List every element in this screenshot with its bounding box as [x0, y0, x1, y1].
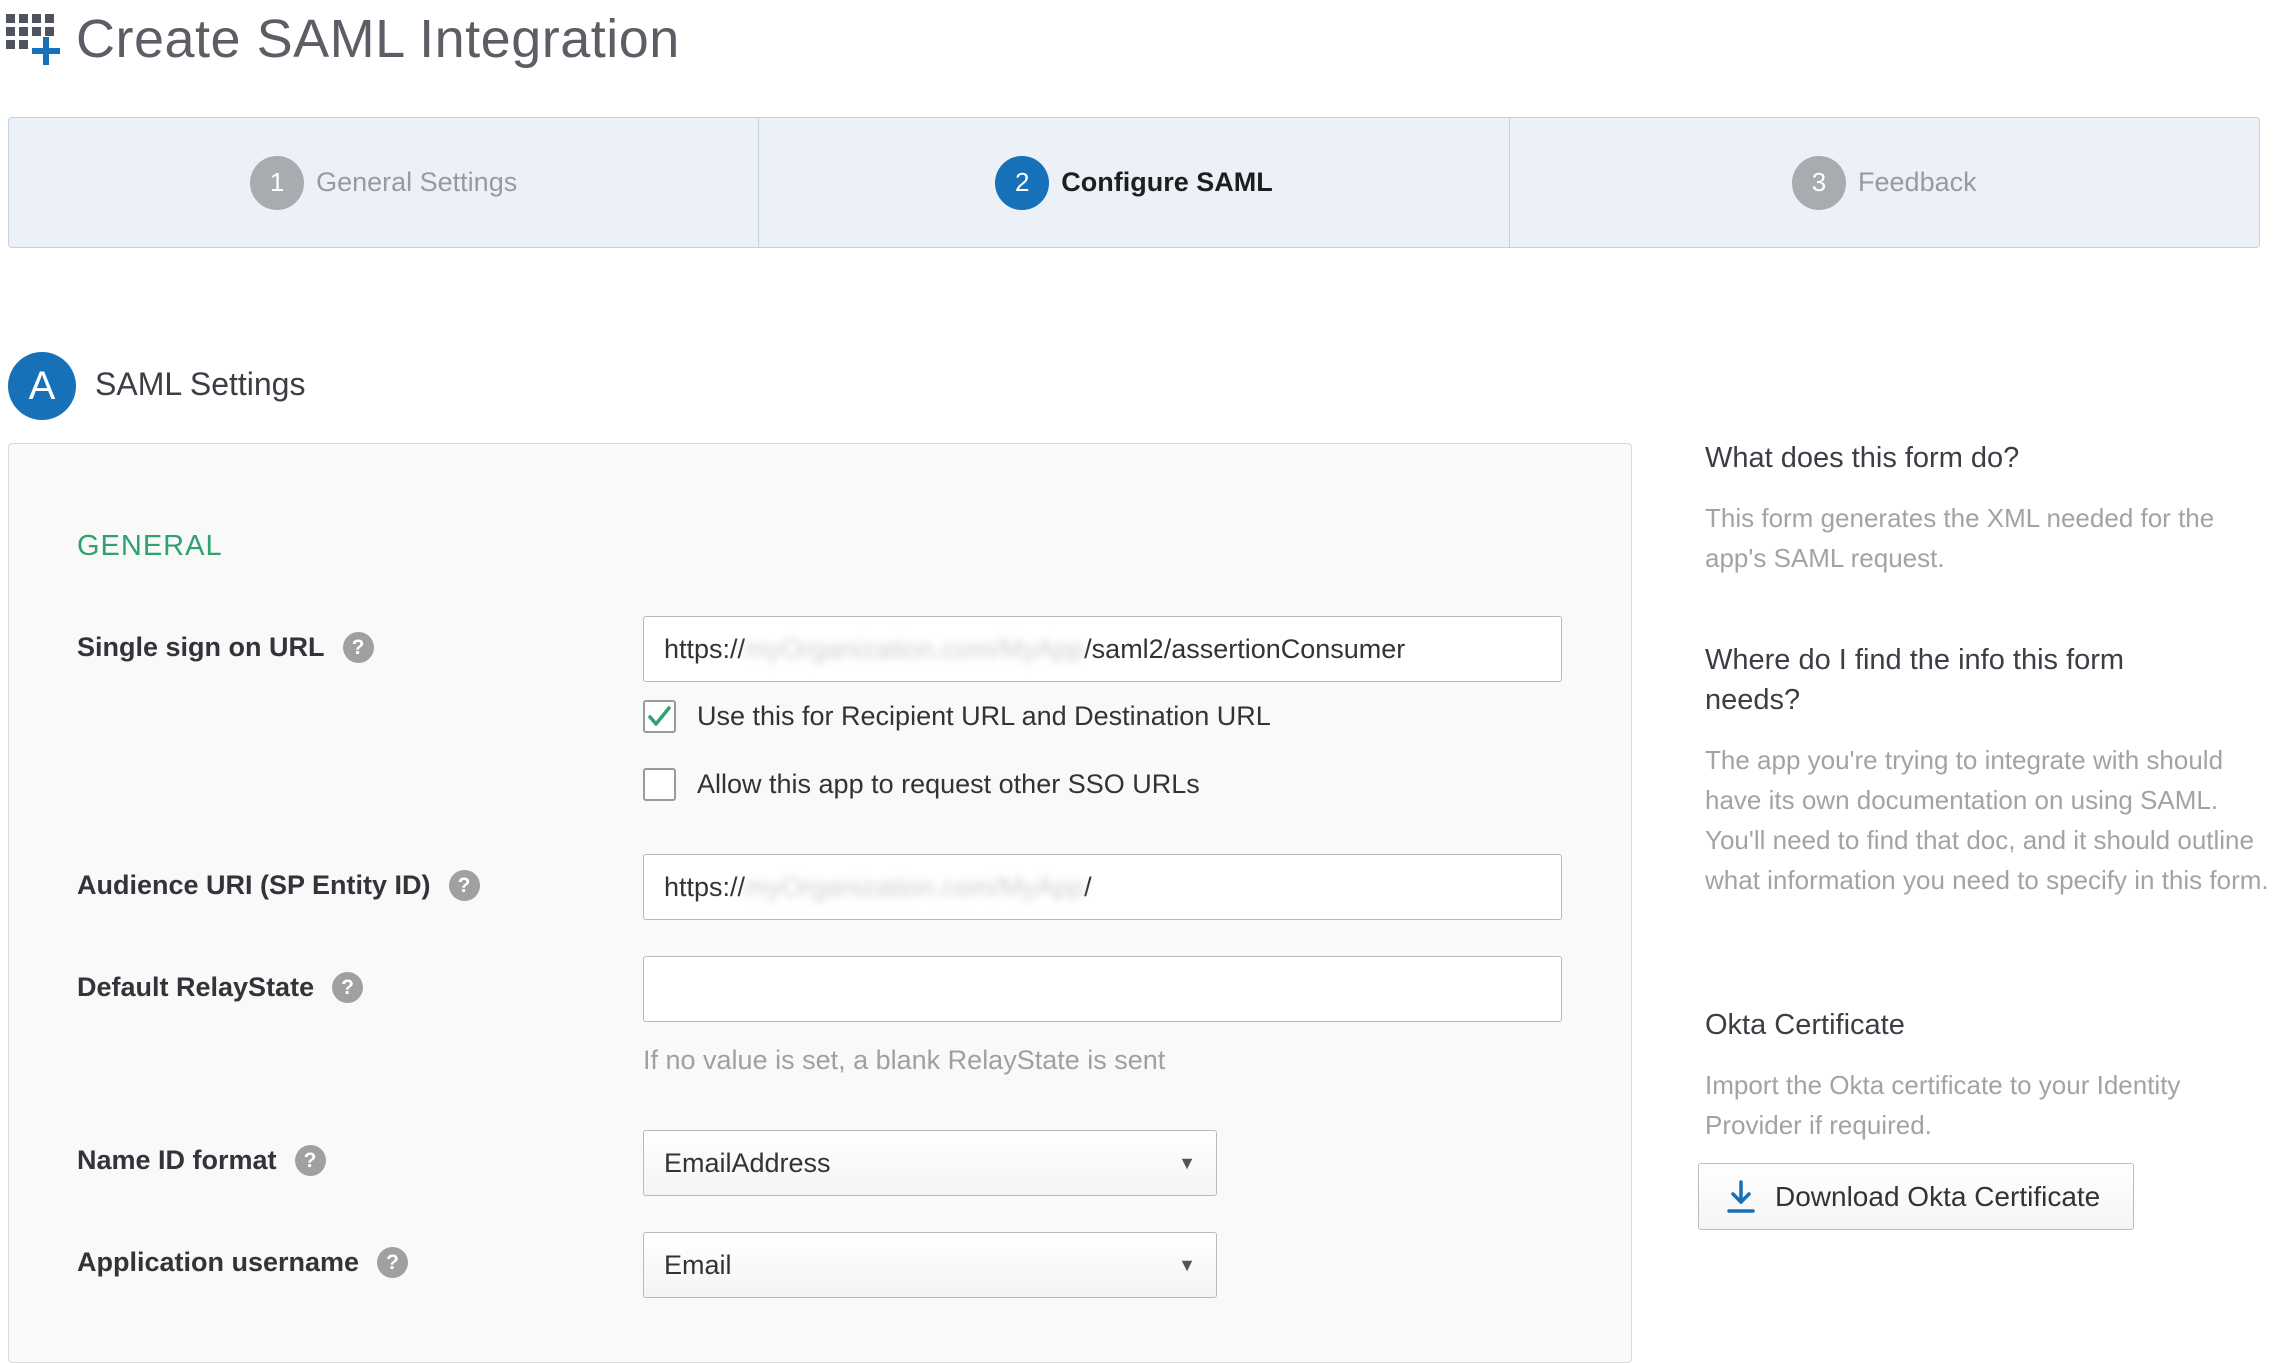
- download-okta-certificate-button[interactable]: Download Okta Certificate: [1698, 1163, 2134, 1230]
- allow-other-sso-row[interactable]: Allow this app to request other SSO URLs: [643, 768, 1200, 801]
- step-label: General Settings: [316, 167, 518, 197]
- step-label: Feedback: [1858, 167, 1977, 197]
- wizard-step-general-settings[interactable]: 1 General Settings: [9, 118, 760, 247]
- relay-state-hint: If no value is set, a blank RelayState i…: [643, 1045, 1166, 1075]
- relay-state-input[interactable]: [643, 956, 1562, 1022]
- app-username-value: Email: [664, 1249, 732, 1280]
- audience-uri-label-text: Audience URI (SP Entity ID): [77, 870, 431, 900]
- chevron-down-icon: ▼: [1178, 1254, 1196, 1275]
- step-number: 1: [250, 155, 305, 210]
- use-recipient-row[interactable]: Use this for Recipient URL and Destinati…: [643, 700, 1271, 733]
- help-text-form-purpose: This form generates the XML needed for t…: [1705, 503, 2215, 573]
- checkmark-icon: [648, 706, 671, 726]
- step-label: Configure SAML: [1061, 167, 1273, 197]
- general-heading: GENERAL: [77, 530, 223, 562]
- help-title-okta-cert: Okta Certificate: [1705, 1009, 1905, 1041]
- sso-url-redacted: myOrganization.com/MyApp: [745, 633, 1085, 664]
- audience-uri-label: Audience URI (SP Entity ID) ?: [77, 870, 480, 901]
- use-recipient-label: Use this for Recipient URL and Destinati…: [697, 701, 1271, 731]
- step-number: 2: [995, 155, 1050, 210]
- sso-url-prefix: https://: [664, 633, 746, 664]
- audience-uri-suffix: /: [1084, 871, 1092, 902]
- help-text-okta-cert: Import the Okta certificate to your Iden…: [1705, 1070, 2181, 1140]
- audience-uri-prefix: https://: [664, 871, 746, 902]
- sso-url-label: Single sign on URL ?: [77, 632, 374, 663]
- name-id-format-label-text: Name ID format: [77, 1145, 277, 1175]
- wizard-steps: 1 General Settings 2 Configure SAML 3 Fe…: [8, 117, 2260, 248]
- help-icon[interactable]: ?: [448, 870, 480, 901]
- relay-state-label: Default RelayState ?: [77, 972, 364, 1003]
- help-icon[interactable]: ?: [342, 632, 374, 663]
- audience-uri-input[interactable]: https://myOrganization.com/MyApp /: [643, 854, 1562, 920]
- section-badge: A: [8, 352, 76, 420]
- help-icon[interactable]: ?: [294, 1145, 326, 1176]
- section-title: SAML Settings: [95, 366, 306, 402]
- name-id-format-label: Name ID format ?: [77, 1145, 326, 1176]
- wizard-step-configure-saml[interactable]: 2 Configure SAML: [759, 118, 1510, 247]
- audience-uri-redacted: myOrganization.com/MyApp: [745, 871, 1085, 902]
- allow-other-sso-label: Allow this app to request other SSO URLs: [697, 769, 1200, 799]
- help-text-find-info: The app you're trying to integrate with …: [1705, 745, 2269, 895]
- download-icon: [1727, 1179, 1755, 1213]
- help-title-find-info: Where do I find the info this form needs…: [1705, 644, 2125, 716]
- help-title-form-purpose: What does this form do?: [1705, 442, 2020, 474]
- name-id-format-value: EmailAddress: [664, 1147, 831, 1178]
- use-recipient-checkbox[interactable]: [643, 700, 676, 733]
- chevron-down-icon: ▼: [1178, 1152, 1196, 1173]
- sso-url-label-text: Single sign on URL: [77, 632, 325, 662]
- relay-state-label-text: Default RelayState: [77, 972, 315, 1002]
- name-id-format-select[interactable]: EmailAddress ▼: [643, 1130, 1217, 1196]
- step-number: 3: [1792, 155, 1847, 210]
- help-icon[interactable]: ?: [377, 1247, 409, 1278]
- sso-url-input[interactable]: https://myOrganization.com/MyApp/saml2/a…: [643, 616, 1562, 682]
- download-button-label: Download Okta Certificate: [1775, 1180, 2101, 1212]
- allow-other-sso-checkbox[interactable]: [643, 768, 676, 801]
- app-username-select[interactable]: Email ▼: [643, 1232, 1217, 1298]
- sso-url-suffix: /saml2/assertionConsumer: [1084, 633, 1406, 664]
- app-grid-plus-icon: [6, 14, 62, 66]
- page-title: Create SAML Integration: [76, 9, 680, 69]
- app-username-label: Application username ?: [77, 1247, 409, 1278]
- help-icon[interactable]: ?: [332, 972, 364, 1003]
- wizard-step-feedback[interactable]: 3 Feedback: [1510, 118, 2259, 247]
- app-username-label-text: Application username: [77, 1247, 360, 1277]
